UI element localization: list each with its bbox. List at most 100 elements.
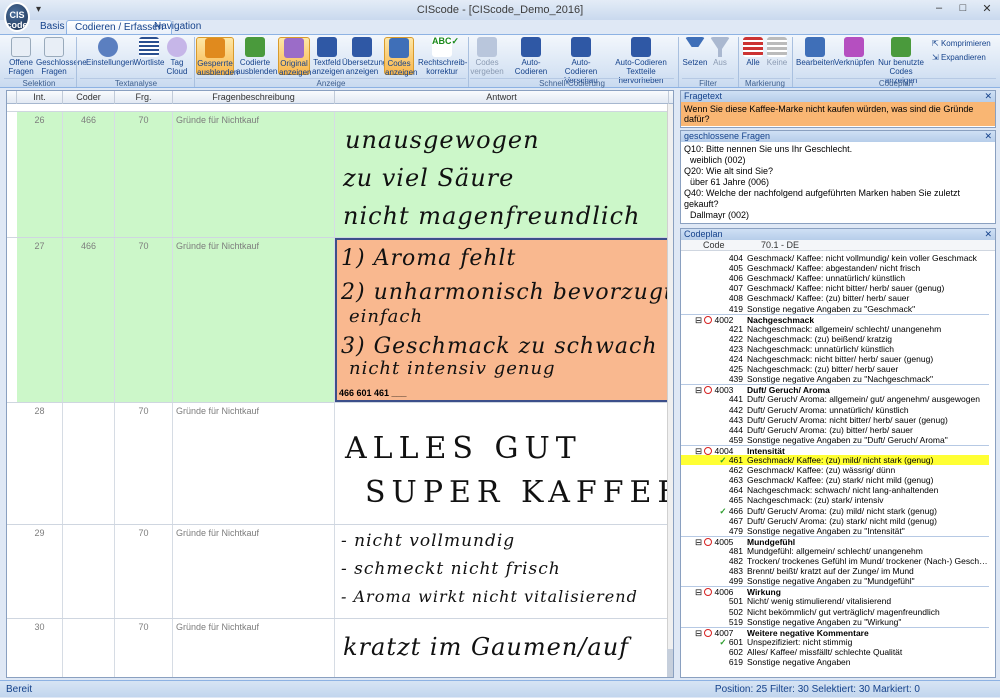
code-row[interactable]: 483 Brennt/ beißt/ kratzt auf der Zunge/ … <box>681 566 989 576</box>
code-row[interactable]: 422 Nachgeschmack: (zu) beißend/ kratzig <box>681 334 989 344</box>
code-row[interactable]: 441 Duft/ Geruch/ Aroma: allgemein/ gut/ … <box>681 394 989 404</box>
code-row[interactable]: 502 Nicht bekömmlich/ gut verträglich/ ma… <box>681 607 989 617</box>
cell-antwort[interactable]: 1) Aroma fehlt 2) unharmonisch bevorzugt… <box>335 238 669 402</box>
col-fragenbeschreibung[interactable]: Fragenbeschreibung <box>173 91 335 104</box>
close-icon[interactable]: ✕ <box>984 91 992 102</box>
table-row[interactable]: 28 70 Gründe für Nichtkauf ALLES GUT SUP… <box>7 403 669 525</box>
code-row[interactable]: 519 Sonstige negative Angaben zu "Wirkung… <box>681 617 989 627</box>
markierung-keine-button[interactable]: Keine <box>766 37 788 67</box>
geschlossene-fragen-button[interactable]: Geschlossene Fragen <box>36 37 87 76</box>
table-row[interactable]: 29 70 Gründe für Nichtkauf - nicht vollm… <box>7 525 669 619</box>
code-label: Nachgeschmack: unnatürlich/ künstlich <box>747 343 894 354</box>
code-row[interactable]: 465 Nachgeschmack: (zu) stark/ intensiv <box>681 495 989 505</box>
col-frg[interactable]: Frg. <box>115 91 173 104</box>
filter-aus-button[interactable]: Aus <box>710 37 730 67</box>
markierung-alle-button[interactable]: Alle <box>742 37 764 67</box>
bearbeiten-button[interactable]: Bearbeiten <box>796 37 835 67</box>
gesperrte-ausblenden-button[interactable]: Gesperrte ausblenden <box>196 37 238 77</box>
textfeld-anzeigen-button[interactable]: Textfeld anzeigen <box>312 37 344 76</box>
code-row[interactable]: ✓ 601 Unspezifiziert: nicht stimmig <box>681 637 989 647</box>
code-row[interactable]: 459 Sonstige negative Angaben zu "Duft/ G… <box>681 435 989 445</box>
cell-desc: Gründe für Nichtkauf <box>173 403 335 524</box>
einstellungen-button[interactable]: Einstellungen <box>86 37 134 67</box>
code-row[interactable]: 501 Nicht/ wenig stimulierend/ vitalisier… <box>681 596 989 606</box>
code-row[interactable]: 479 Sonstige negative Angaben zu "Intensi… <box>681 526 989 536</box>
filter-setzen-button[interactable]: Setzen <box>682 37 708 67</box>
close-icon[interactable]: ✕ <box>984 229 992 240</box>
expandieren-button[interactable]: ⇲ Expandieren <box>932 53 986 62</box>
cell-antwort[interactable]: kratzt im Gaumen/auf <box>335 619 669 677</box>
codierte-ausblenden-button[interactable]: Codierte ausblenden <box>236 37 277 76</box>
code-row[interactable]: 481 Mundgefühl: allgemein/ schlecht/ unan… <box>681 546 989 556</box>
code-row[interactable]: 442 Duft/ Geruch/ Aroma: unnatürlich/ kün… <box>681 405 989 415</box>
cell-int: 26 <box>17 112 63 237</box>
code-row[interactable]: 444 Duft/ Geruch/ Aroma: (zu) bitter/ her… <box>681 425 989 435</box>
answer-line: über 61 Jahre (006) <box>690 177 770 187</box>
cell-antwort[interactable]: unausgewogen zu viel Säure nicht magenfr… <box>335 112 669 237</box>
code-group-row[interactable]: ⊟ 4003 Duft/ Geruch/ Aroma <box>681 384 989 395</box>
code-group-row[interactable]: ⊟ 4002 Nachgeschmack <box>681 313 989 325</box>
code-row[interactable]: 424 Nachgeschmack: nicht bitter/ herb/ sa… <box>681 354 989 364</box>
code-row[interactable]: 463 Geschmack/ Kaffee: (zu) stark/ nicht … <box>681 475 989 485</box>
code-row[interactable]: 499 Sonstige negative Angaben zu "Mundgef… <box>681 576 989 586</box>
cell-antwort[interactable]: ALLES GUT SUPER KAFFEE <box>335 403 669 524</box>
codes-anzeigen-button[interactable]: Codes anzeigen <box>384 37 417 77</box>
col-antwort[interactable]: Antwort <box>335 91 669 104</box>
code-row[interactable]: 439 Sonstige negative Angaben zu "Nachges… <box>681 374 989 384</box>
code-row[interactable]: 408 Geschmack/ Kaffee: (zu) bitter/ herb/… <box>681 293 989 303</box>
close-icon[interactable]: ✕ <box>984 131 992 142</box>
code-row[interactable]: 407 Geschmack/ Kaffee: nicht bitter/ herb… <box>681 283 989 293</box>
table-row[interactable]: 26 466 70 Gründe für Nichtkauf unausgewo… <box>7 112 669 238</box>
uebersetzung-anzeigen-button[interactable]: Übersetzung anzeigen <box>342 37 387 76</box>
code-row[interactable]: 425 Nachgeschmack: (zu) bitter/ herb/ sau… <box>681 364 989 374</box>
wortliste-button[interactable]: Wortliste <box>132 37 166 67</box>
code-row[interactable]: ✓ 461 Geschmack/ Kaffee: (zu) mild/ nicht… <box>681 455 989 465</box>
tag-cloud-button[interactable]: Tag Cloud <box>166 37 188 76</box>
code-row[interactable]: 464 Nachgeschmack: schwach/ nicht lang-an… <box>681 485 989 495</box>
code-row[interactable]: 404 Geschmack/ Kaffee: nicht vollmundig/ … <box>681 253 989 263</box>
offene-fragen-button[interactable]: Offene Fragen <box>6 37 36 76</box>
table-row-partial[interactable]: – ~ ~ <box>7 104 669 112</box>
code-row[interactable]: 619 Sonstige negative Angaben <box>681 657 989 667</box>
col-coder[interactable]: Coder <box>63 91 115 104</box>
code-row[interactable]: ✓ 466 Duft/ Geruch/ Aroma: (zu) mild/ nic… <box>681 506 989 516</box>
code-group-row[interactable]: ⊟ 4004 Intensität <box>681 444 989 456</box>
col-label[interactable]: 70.1 - DE <box>761 240 799 250</box>
app-logo[interactable]: CIS code <box>4 2 30 32</box>
cell-antwort[interactable]: - nicht vollmundig - schmeckt nicht fris… <box>335 525 669 618</box>
minimize-icon[interactable]: – <box>930 2 948 16</box>
maximize-icon[interactable]: □ <box>954 2 972 16</box>
verknuepfen-button[interactable]: Verknüpfen <box>834 37 874 67</box>
komprimieren-button[interactable]: ⇱ Komprimieren <box>932 39 991 48</box>
code-group-row[interactable]: ⊟ 4007 Weitere negative Kommentare <box>681 626 989 638</box>
code-row[interactable]: 443 Duft/ Geruch/ Aroma: nicht bitter/ he… <box>681 415 989 425</box>
code-label: Nicht/ wenig stimulierend/ vitalisierend <box>747 596 892 607</box>
grid-header: Int. Coder Frg. Fragenbeschreibung Antwo… <box>7 91 673 104</box>
code-label: Sonstige negative Angaben <box>747 657 851 667</box>
code-group-row[interactable]: ⊟ 4006 Wirkung <box>681 586 989 597</box>
code-row[interactable]: 467 Duft/ Geruch/ Aroma: (zu) stark/ nich… <box>681 516 989 526</box>
original-anzeigen-button[interactable]: Original anzeigen <box>278 37 311 77</box>
code-input[interactable]: 466 601 461 ___ <box>339 388 407 398</box>
col-code[interactable]: Code <box>703 240 725 250</box>
code-row[interactable]: 421 Nachgeschmack: allgemein/ schlecht/ u… <box>681 324 989 334</box>
blocked-icon <box>704 386 713 395</box>
col-int[interactable]: Int. <box>17 91 63 104</box>
rechtschreibkorrektur-button[interactable]: ABC✓ Rechtschreib-korrektur <box>418 37 467 77</box>
code-group-row[interactable]: ⊟ 4005 Mundgefühl <box>681 535 989 547</box>
code-row[interactable]: 462 Geschmack/ Kaffee: (zu) wässrig/ dünn <box>681 465 989 475</box>
code-row[interactable]: 405 Geschmack/ Kaffee: abgestanden/ nicht… <box>681 263 989 273</box>
close-icon[interactable]: ✕ <box>978 2 996 16</box>
code-row[interactable]: 602 Alles/ Kaffee/ missfällt/ schlechte Q… <box>681 647 989 657</box>
code-row[interactable]: 419 Sonstige negative Angaben zu "Geschma… <box>681 304 989 314</box>
grid-scrollbar[interactable] <box>667 104 673 677</box>
tab-navigation[interactable]: Navigation <box>146 20 209 34</box>
code-row[interactable]: 482 Trocken/ trockenes Gefühl im Mund/ tr… <box>681 556 989 566</box>
scrollbar-thumb[interactable] <box>667 649 673 677</box>
code-row[interactable]: 406 Geschmack/ Kaffee: unnatürlich/ künst… <box>681 273 989 283</box>
auto-codieren-button[interactable]: Auto-Codieren <box>506 37 556 76</box>
table-row[interactable]: 30 70 Gründe für Nichtkauf kratzt im Gau… <box>7 619 669 677</box>
code-row[interactable]: 423 Nachgeschmack: unnatürlich/ künstlich <box>681 344 989 354</box>
table-row-selected[interactable]: 27 466 70 Gründe für Nichtkauf 1) Aroma … <box>7 238 669 403</box>
codes-vergeben-button[interactable]: Codes vergeben <box>470 37 504 76</box>
